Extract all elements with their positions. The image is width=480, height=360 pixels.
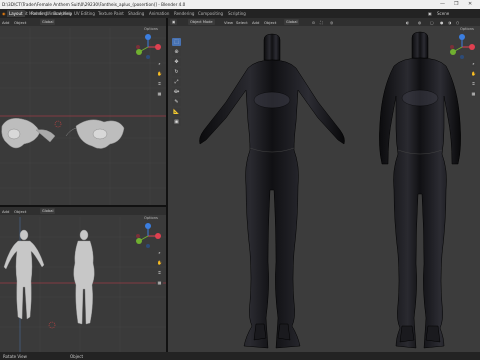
tab-animation[interactable]: Animation — [147, 10, 171, 17]
tab-layout[interactable]: Layout — [7, 10, 25, 17]
tab-texture-paint[interactable]: Texture Paint — [96, 10, 126, 17]
3d-cursor — [54, 120, 62, 128]
transform-icon[interactable]: ⟴ — [172, 88, 181, 96]
pan-icon[interactable]: ✋ — [156, 70, 163, 77]
viewport-bottom-left[interactable]: Add Object Global Options ⌕ ✋ ⌗ ▦ — [0, 207, 166, 352]
minimize-button[interactable]: — — [440, 1, 445, 7]
scene-icon[interactable]: ▣ — [428, 11, 432, 16]
tab-rendering[interactable]: Rendering — [172, 10, 196, 17]
navigation-gizmo[interactable] — [448, 34, 476, 60]
pan-icon[interactable]: ✋ — [156, 259, 163, 266]
model-top-view-right — [65, 119, 125, 149]
grid-icon[interactable]: ▦ — [156, 90, 163, 97]
scale-icon[interactable]: ⤢ — [172, 78, 181, 86]
status-object: Object — [70, 354, 84, 359]
move-icon[interactable]: ✥ — [172, 58, 181, 66]
viewport-top-left[interactable]: Add Object Global Options ⌕ ✋ ⌗ ▦ — [0, 18, 166, 205]
zoom-icon[interactable]: ⌕ — [470, 60, 477, 67]
add-cube-icon[interactable]: ▣ — [172, 118, 181, 126]
window-title: D:\3D\CT\Trader\Female Anthem Suit\0\292… — [2, 2, 186, 7]
annotate-icon[interactable]: ✎ — [172, 98, 181, 106]
tool-shelf: ⬚ ⊕ ✥ ↻ ⤢ ⟴ ✎ 📐 ▣ — [172, 38, 182, 128]
camera-icon[interactable]: ⌗ — [156, 80, 163, 87]
measure-icon[interactable]: 📐 — [172, 108, 181, 116]
tab-modeling[interactable]: Modeling — [27, 10, 49, 17]
zoom-icon[interactable]: ⌕ — [156, 60, 163, 67]
main-scene — [199, 31, 461, 349]
close-button[interactable]: ✕ — [468, 1, 472, 7]
zoom-icon[interactable]: ⌕ — [156, 249, 163, 256]
scene-selector[interactable]: Scene — [437, 11, 449, 16]
tab-scripting[interactable]: Scripting — [226, 10, 248, 17]
menu-bar: ◉ File Edit Render Window Help Layout Mo… — [0, 9, 480, 18]
rotate-icon[interactable]: ↻ — [172, 68, 181, 76]
viewport-main[interactable]: ▣ Object Mode View Select Add Object Glo… — [168, 18, 480, 352]
cursor-icon[interactable]: ⊕ — [172, 48, 181, 56]
maximize-button[interactable]: ❐ — [454, 1, 458, 7]
suit-model-a-pose — [199, 33, 345, 349]
pan-icon[interactable]: ✋ — [470, 70, 477, 77]
tab-sculpting[interactable]: Sculpting — [51, 10, 74, 17]
suit-model-relaxed-pose — [379, 31, 461, 349]
camera-icon[interactable]: ⌗ — [470, 80, 477, 87]
camera-icon[interactable]: ⌗ — [156, 269, 163, 276]
tab-shading[interactable]: Shading — [126, 10, 146, 17]
model-front-view — [3, 229, 45, 320]
tab-uv-editing[interactable]: UV Editing — [72, 10, 97, 17]
grid-icon[interactable]: ▦ — [470, 90, 477, 97]
title-bar: D:\3D\CT\Trader\Female Anthem Suit\0\292… — [0, 0, 480, 9]
tab-compositing[interactable]: Compositing — [196, 10, 225, 17]
grid-icon[interactable]: ▦ — [156, 279, 163, 286]
navigation-gizmo[interactable] — [134, 34, 162, 60]
model-top-view-left — [1, 118, 56, 149]
model-side-view — [73, 229, 95, 325]
status-rotate-view: Rotate View — [3, 354, 27, 359]
navigation-gizmo[interactable] — [134, 223, 162, 249]
select-box-icon[interactable]: ⬚ — [172, 38, 181, 46]
blender-icon[interactable]: ◉ — [2, 11, 6, 16]
status-bar: Rotate View Object — [0, 352, 480, 360]
